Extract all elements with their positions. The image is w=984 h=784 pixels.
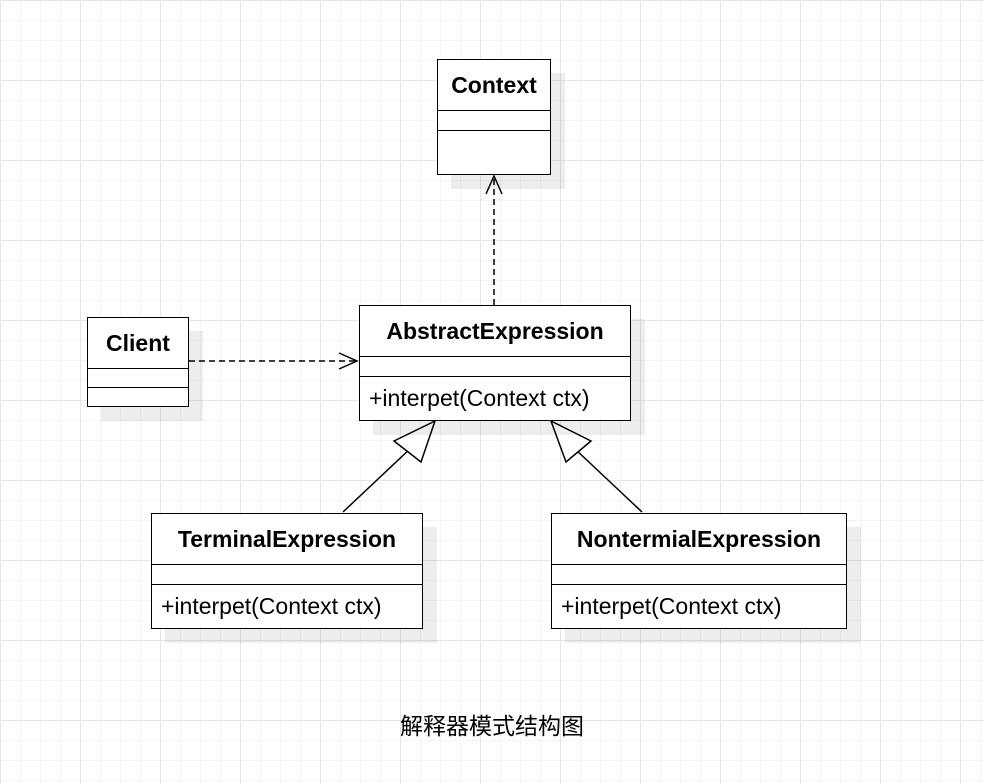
generalization-line-nonterminal [573,447,643,513]
attributes-compartment [152,565,422,585]
attributes-compartment [552,565,846,585]
class-client[interactable]: Client [87,317,189,407]
class-abstract-expression[interactable]: AbstractExpression +interpet(Context ctx… [359,305,631,421]
attributes-compartment [360,357,630,377]
diagram-caption: 解释器模式结构图 [400,714,584,740]
operation-interpet: +interpet(Context ctx) [561,592,782,619]
operation-interpet: +interpet(Context ctx) [161,592,382,619]
generalization-triangle-terminal [392,419,437,464]
class-name: TerminalExpression [152,514,422,565]
attributes-compartment [438,111,550,131]
generalization-triangle-nonterminal [549,419,593,464]
class-name: Context [438,60,550,111]
class-name: NontermialExpression [552,514,846,565]
attributes-compartment [88,369,188,388]
generalization-line-terminal [342,446,413,513]
class-terminal-expression[interactable]: TerminalExpression +interpet(Context ctx… [151,513,423,629]
class-context[interactable]: Context [437,59,551,175]
class-nonterminal-expression[interactable]: NontermialExpression +interpet(Context c… [551,513,847,629]
class-name: Client [88,318,188,369]
class-name: AbstractExpression [360,306,630,357]
operation-interpet: +interpet(Context ctx) [369,384,590,411]
